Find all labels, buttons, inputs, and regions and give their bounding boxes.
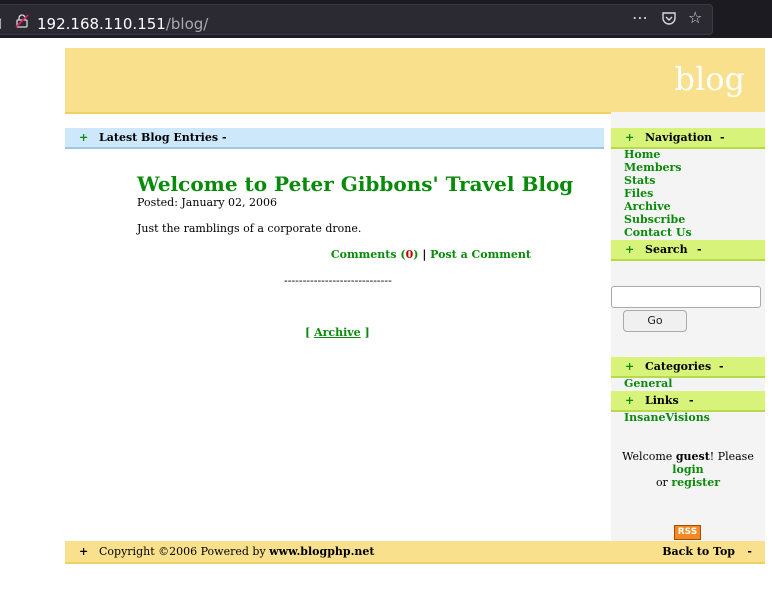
categories-bar: + Categories - [611,357,765,378]
categories-collapse-toggle[interactable]: - [719,360,724,373]
powered-by-link[interactable]: www.blogphp.net [269,545,374,558]
search-collapse-toggle[interactable]: - [697,243,702,256]
sidebar-item-subscribe[interactable]: Subscribe [624,213,685,226]
search-input[interactable] [611,286,761,308]
category-general[interactable]: General [624,377,673,390]
footer-minus: - [747,545,752,558]
collapse-toggle[interactable]: - [222,131,227,144]
sidebar-item-stats[interactable]: Stats [624,174,655,187]
browser-toolbar: ▯ 192.168.110.151/blog/ ⋯ ☆ [0,0,772,38]
search-label: Search [645,243,688,256]
latest-entries-label: Latest Blog Entries [99,131,219,144]
url-text[interactable]: 192.168.110.151/blog/ [37,15,208,33]
navigation-bar: + Navigation - [611,128,765,149]
links-collapse-toggle[interactable]: - [689,394,694,407]
pocket-icon[interactable] [661,10,677,26]
separator: | [422,248,427,261]
post-body: Just the ramblings of a corporate drone. [137,222,362,235]
search-expand-toggle[interactable]: + [625,243,634,256]
post-date: Posted: January 02, 2006 [137,196,278,209]
page-actions-menu-icon[interactable]: ⋯ [632,9,648,27]
footer: + Copyright ©2006 Powered by www.blogphp… [65,541,765,564]
archive-link-wrapper: [ Archive ] [305,326,370,339]
links-bar: + Links - [611,391,765,412]
comments-link[interactable]: Comments [331,248,397,261]
url-bar[interactable]: ▯ 192.168.110.151/blog/ [0,4,713,35]
post-comment-links: Comments (0) | Post a Comment [331,248,531,261]
url-host: 192.168.110.151 [37,15,166,33]
categories-label: Categories [645,360,712,373]
categories-expand-toggle[interactable]: + [625,360,634,373]
login-link[interactable]: login [672,463,703,476]
links-expand-toggle[interactable]: + [625,394,634,407]
go-button[interactable]: Go [623,310,687,332]
search-bar: + Search - [611,240,765,261]
expand-toggle[interactable]: + [79,131,88,144]
url-path: /blog/ [165,15,209,33]
welcome-prefix: Welcome [622,450,676,463]
rss-icon[interactable]: RSS [674,525,701,540]
navigation-expand-toggle[interactable]: + [625,131,634,144]
post-title[interactable]: Welcome to Peter Gibbons' Travel Blog [137,172,573,196]
footer-plus: + [79,545,89,558]
sidebar-item-archive[interactable]: Archive [624,200,671,213]
links-label: Links [645,394,679,407]
copyright-text: Copyright ©2006 Powered by www.blogphp.n… [99,545,375,558]
comments-close-paren: ) [413,248,419,261]
latest-entries-bar: + Latest Blog Entries - [65,128,604,149]
sidebar-item-contact-us[interactable]: Contact Us [624,226,692,239]
register-link[interactable]: register [671,476,720,489]
welcome-or: or [655,476,672,489]
copyright-label: Copyright ©2006 Powered by [99,545,270,558]
post-comment-link[interactable]: Post a Comment [430,248,531,261]
page-info-icon[interactable]: ▯ [0,16,2,31]
post-divider: ----------------------------- [284,274,392,287]
welcome-user: guest [675,450,710,463]
site-title: blog [674,60,745,98]
back-to-top-link[interactable]: Back to Top [662,545,735,558]
sidebar-item-members[interactable]: Members [624,161,682,174]
sidebar-item-files[interactable]: Files [624,187,653,200]
navigation-label: Navigation [645,131,713,144]
welcome-message: Welcome guest! Please login or register [611,450,765,489]
navigation-collapse-toggle[interactable]: - [720,131,725,144]
sidebar-item-home[interactable]: Home [624,148,660,161]
insecure-lock-icon[interactable] [15,14,29,28]
link-insanevisions[interactable]: InsaneVisions [624,411,710,424]
archive-open-bracket: [ [305,326,311,339]
bookmark-star-icon[interactable]: ☆ [688,9,702,27]
welcome-middle: ! Please [709,450,754,463]
archive-link[interactable]: Archive [314,326,361,339]
archive-close-bracket: ] [364,326,370,339]
site-header: blog [65,48,765,114]
